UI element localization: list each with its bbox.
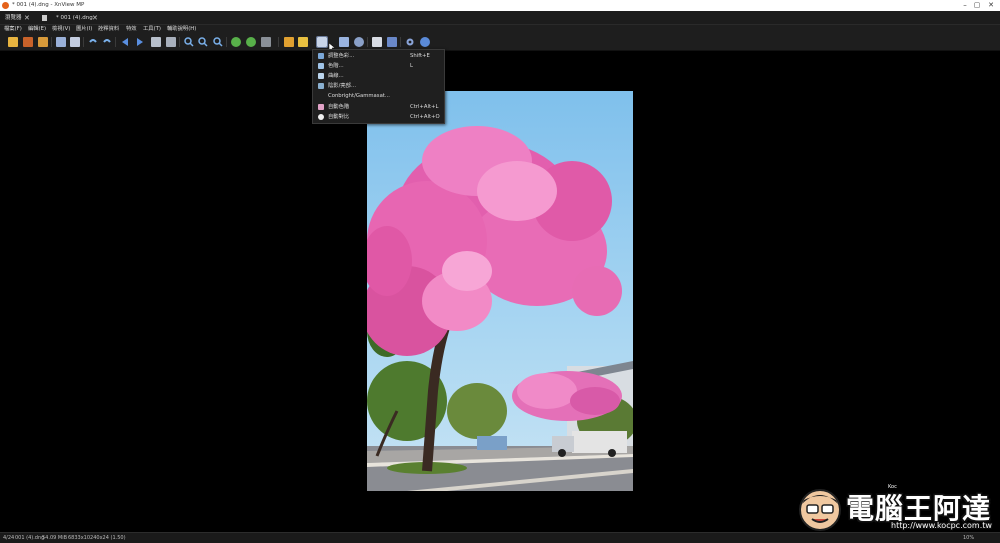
watermark-url: http://www.kocpc.com.tw bbox=[891, 521, 992, 530]
menu-effects[interactable]: 特效 bbox=[126, 25, 137, 33]
shadow-highlight-icon bbox=[318, 83, 324, 89]
previous-icon[interactable] bbox=[120, 37, 130, 47]
crop-icon[interactable] bbox=[261, 37, 271, 47]
toolbar-separator bbox=[83, 37, 84, 47]
color-adjust-dropdown: 調整色彩... Shift+E 色階... L 曲線... 陰影/亮部... C… bbox=[312, 49, 445, 124]
menu-item-conbright-gammasat[interactable]: Conbright/Gammasat... bbox=[313, 91, 444, 101]
zoom-in-icon[interactable] bbox=[184, 37, 194, 47]
toolbar-separator bbox=[400, 37, 401, 47]
menu-item-adjust-color[interactable]: 調整色彩... Shift+E bbox=[313, 51, 444, 61]
zoom-icon[interactable] bbox=[213, 37, 223, 47]
undo-icon[interactable] bbox=[88, 37, 98, 47]
help-icon[interactable] bbox=[420, 37, 430, 47]
image-file-icon bbox=[42, 15, 47, 21]
save-as-icon[interactable] bbox=[70, 37, 80, 47]
toolbar-separator bbox=[51, 37, 52, 47]
menu-tools[interactable]: 工具(T) bbox=[143, 25, 161, 33]
tab-browser[interactable]: 瀏覽器 ✕ bbox=[5, 12, 35, 24]
open-folder-icon[interactable] bbox=[8, 37, 18, 47]
browse-icon[interactable] bbox=[23, 37, 33, 47]
next-icon[interactable] bbox=[135, 37, 145, 47]
tab-image-label: * 001 (4).dng bbox=[56, 15, 93, 21]
menu-view[interactable]: 檢視(V) bbox=[52, 25, 70, 33]
fullscreen-icon[interactable] bbox=[38, 37, 48, 47]
window-title: * 001 (4).dng - XnView MP bbox=[12, 2, 85, 8]
menu-item-curves[interactable]: 曲線... bbox=[313, 71, 444, 81]
image-canvas[interactable] bbox=[367, 91, 633, 491]
resize-icon[interactable] bbox=[284, 37, 294, 47]
xnview-app-icon bbox=[2, 2, 9, 9]
menu-image[interactable]: 圖片(I) bbox=[76, 25, 92, 33]
maximize-button[interactable]: ▢ bbox=[970, 1, 984, 10]
menu-metadata[interactable]: 詮釋資料 bbox=[98, 25, 119, 33]
blossom-tree-photo bbox=[367, 91, 633, 491]
menu-item-levels[interactable]: 色階... L bbox=[313, 61, 444, 71]
rotate-right-icon[interactable] bbox=[246, 37, 256, 47]
toolbar-separator bbox=[226, 37, 227, 47]
toolbar-separator bbox=[115, 37, 116, 47]
menu-file[interactable]: 檔案(F) bbox=[4, 25, 22, 33]
redo-icon[interactable] bbox=[102, 37, 112, 47]
rotate-left-icon[interactable] bbox=[231, 37, 241, 47]
save-icon[interactable] bbox=[56, 37, 66, 47]
zoom-fit-icon[interactable] bbox=[151, 37, 161, 47]
toolbar-separator bbox=[278, 37, 279, 47]
tab-browser-label: 瀏覽器 bbox=[5, 15, 22, 21]
filter-icon[interactable] bbox=[354, 37, 364, 47]
tab-image[interactable]: * 001 (4).dng ✕ bbox=[42, 12, 102, 24]
status-bar: 4/24 001 (4).dng 54.09 MiB 6833x10240x24… bbox=[0, 532, 1000, 543]
effects-icon[interactable] bbox=[339, 37, 349, 47]
auto-levels-icon bbox=[318, 104, 324, 110]
tab-bar: 瀏覽器 ✕ * 001 (4).dng ✕ bbox=[0, 11, 1000, 25]
curves-icon bbox=[318, 73, 324, 79]
toolbar-separator bbox=[367, 37, 368, 47]
menu-item-auto-contrast[interactable]: 自動對比 Ctrl+Alt+O bbox=[313, 112, 444, 122]
color-adjust-icon[interactable] bbox=[316, 36, 328, 48]
color-balance-icon bbox=[318, 53, 324, 59]
tab-browser-close-icon[interactable]: ✕ bbox=[24, 12, 30, 24]
toolbar bbox=[0, 33, 1000, 51]
adjust-icon[interactable] bbox=[298, 37, 308, 47]
mascot-logo-icon bbox=[799, 489, 841, 531]
tab-image-close-icon[interactable]: ✕ bbox=[92, 12, 98, 24]
window-titlebar: * 001 (4).dng - XnView MP – ▢ ✕ bbox=[0, 0, 1000, 11]
settings-icon[interactable] bbox=[405, 37, 415, 47]
menu-item-shadow-highlight[interactable]: 陰影/亮部... bbox=[313, 81, 444, 91]
menu-help[interactable]: 輔助說明(H) bbox=[167, 25, 196, 33]
menu-bar: 檔案(F) 編輯(E) 檢視(V) 圖片(I) 詮釋資料 特效 工具(T) 輔助… bbox=[0, 25, 1000, 33]
scan-icon[interactable] bbox=[387, 37, 397, 47]
toolbar-separator bbox=[179, 37, 180, 47]
close-window-button[interactable]: ✕ bbox=[984, 1, 998, 10]
auto-contrast-icon bbox=[318, 114, 324, 120]
kocpc-watermark: Koc 電腦王阿達 http://www.kocpc.com.tw bbox=[796, 484, 1000, 532]
zoom-actual-icon[interactable] bbox=[166, 37, 176, 47]
menu-item-auto-levels[interactable]: 自動色階 Ctrl+Alt+L bbox=[313, 102, 444, 112]
levels-icon bbox=[318, 63, 324, 69]
menu-edit[interactable]: 編輯(E) bbox=[28, 25, 46, 33]
print-icon[interactable] bbox=[372, 37, 382, 47]
zoom-out-icon[interactable] bbox=[198, 37, 208, 47]
